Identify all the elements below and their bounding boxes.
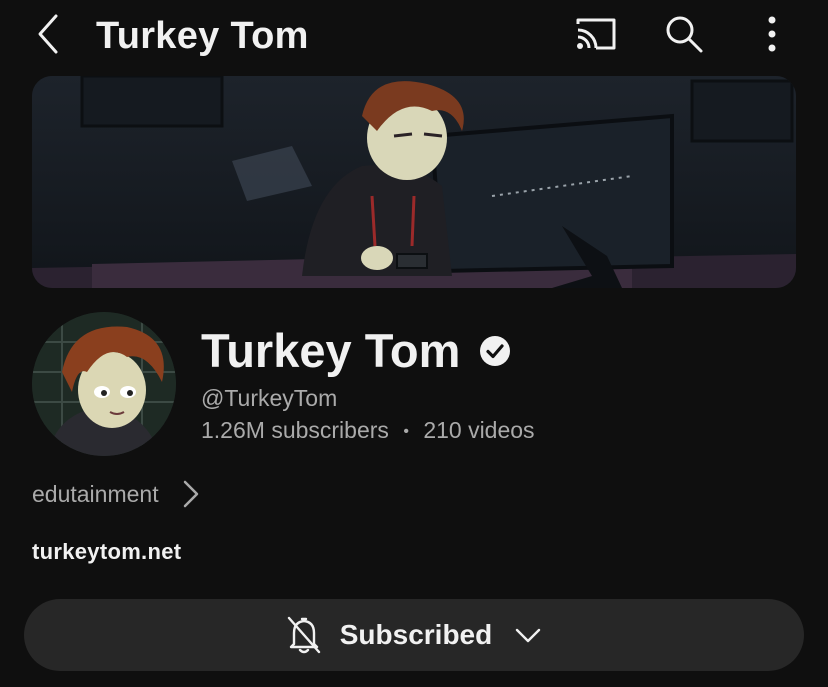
top-app-bar: Turkey Tom xyxy=(0,0,828,72)
more-options-button[interactable] xyxy=(748,12,796,56)
banner-illustration xyxy=(32,76,796,288)
channel-stats: 1.26M subscribers • 210 videos xyxy=(201,415,535,447)
channel-handle: @TurkeyTom xyxy=(201,385,338,411)
search-button[interactable] xyxy=(660,12,708,56)
chevron-right-icon xyxy=(181,479,201,509)
bell-off-icon xyxy=(286,615,322,655)
video-count: 210 videos xyxy=(423,417,535,443)
subscriber-count: 1.26M subscribers xyxy=(201,417,389,443)
back-button[interactable] xyxy=(28,12,68,56)
channel-avatar[interactable] xyxy=(32,312,176,456)
channel-name: Turkey Tom xyxy=(201,322,512,380)
channel-link[interactable]: turkeytom.net xyxy=(32,537,181,567)
stats-separator: • xyxy=(403,422,409,440)
avatar-illustration xyxy=(32,312,176,456)
channel-description[interactable]: edutainment xyxy=(32,476,201,512)
verified-badge-icon xyxy=(478,334,512,368)
page-title: Turkey Tom xyxy=(96,15,309,57)
cast-icon xyxy=(576,18,616,50)
more-vert-icon xyxy=(768,16,776,52)
chevron-down-icon xyxy=(514,625,542,645)
cast-button[interactable] xyxy=(572,12,620,56)
description-text: edutainment xyxy=(32,480,159,507)
channel-name-text: Turkey Tom xyxy=(201,324,461,377)
subscribed-button[interactable]: Subscribed xyxy=(24,599,804,671)
subscribed-label: Subscribed xyxy=(339,619,493,650)
channel-banner xyxy=(32,76,796,288)
back-icon xyxy=(38,14,58,54)
search-icon xyxy=(666,16,703,53)
